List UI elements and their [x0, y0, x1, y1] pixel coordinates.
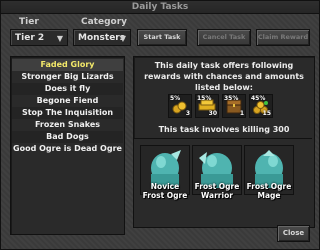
reward-chance: 5% [170, 95, 181, 102]
monster-card[interactable]: Novice Frost Ogre [140, 145, 190, 200]
monster-name-line: Frost Ogre [194, 182, 240, 191]
reward-amount: 30 [208, 110, 217, 117]
tier-select[interactable]: Tier 2 ▼ [10, 29, 68, 46]
task-list-item[interactable]: Faded Glory [12, 59, 123, 71]
cancel-task-button[interactable]: Cancel Task [197, 29, 251, 46]
monster-name: Novice Frost Ogre [141, 182, 189, 200]
window-title: Daily Tasks [1, 1, 319, 14]
reward-chance: 35% [224, 95, 239, 102]
task-list-item[interactable]: Begone Fiend [12, 95, 123, 107]
monster-list: Novice Frost Ogre Frost Ogre Warrior Fro… [134, 138, 312, 227]
task-list-item[interactable]: Stronger Big Lizards [12, 71, 123, 83]
reward-amount: 1 [239, 110, 244, 117]
description-line: rewards with chances and amounts [144, 72, 304, 81]
category-select[interactable]: Monsters ▼ [73, 29, 131, 46]
daily-tasks-window: Daily Tasks Tier Category Tier 2 ▼ Monst… [0, 0, 320, 250]
reward-chance: 15% [197, 95, 212, 102]
chevron-down-icon: ▼ [119, 34, 126, 43]
monster-name-line: Frost Ogre [246, 182, 292, 191]
task-list-item[interactable]: Frozen Snakes [12, 119, 123, 131]
reward-slot[interactable]: 15% 30 [195, 94, 219, 118]
task-description: This daily task offers following rewards… [134, 60, 314, 93]
reward-slot[interactable]: 45% 15 [249, 94, 273, 118]
category-select-value: Monsters [78, 33, 126, 43]
monster-card[interactable]: Frost Ogre Warrior [192, 145, 242, 200]
description-line: listed below: [195, 83, 253, 92]
task-list-item[interactable]: Good Ogre is Dead Ogre [12, 143, 123, 155]
claim-reward-button[interactable]: Claim Reward [256, 29, 310, 46]
task-list-item[interactable]: Stop The Inquisition [12, 107, 123, 119]
monster-name-line: Mage [257, 191, 281, 200]
reward-amount: 15 [262, 110, 271, 117]
monster-card[interactable]: Frost Ogre Mage [244, 145, 294, 200]
description-line: This daily task offers following [154, 61, 294, 70]
monster-name: Frost Ogre Mage [245, 182, 293, 200]
monster-name-line: Warrior [201, 191, 233, 200]
task-list: Faded Glory Stronger Big Lizards Does it… [10, 56, 125, 235]
category-label: Category [81, 17, 128, 27]
reward-slot[interactable]: 5% 3 [168, 94, 192, 118]
close-button[interactable]: Close [277, 225, 310, 242]
task-list-item[interactable]: Bad Dogs [12, 131, 123, 143]
monster-name-line: Novice [150, 182, 180, 191]
start-task-button[interactable]: Start Task [137, 29, 187, 46]
reward-amount: 3 [185, 110, 190, 117]
chevron-down-icon: ▼ [56, 34, 63, 43]
tier-label: Tier [19, 17, 39, 27]
tier-select-value: Tier 2 [15, 33, 45, 43]
reward-slot[interactable]: 35% 1 [222, 94, 246, 118]
reward-chance: 45% [251, 95, 266, 102]
kill-requirement: This task involves killing 300 [158, 125, 290, 134]
monster-name: Frost Ogre Warrior [193, 182, 241, 200]
task-list-item[interactable]: Does it fly [12, 83, 123, 95]
monster-name-line: Frost Ogre [142, 191, 188, 200]
